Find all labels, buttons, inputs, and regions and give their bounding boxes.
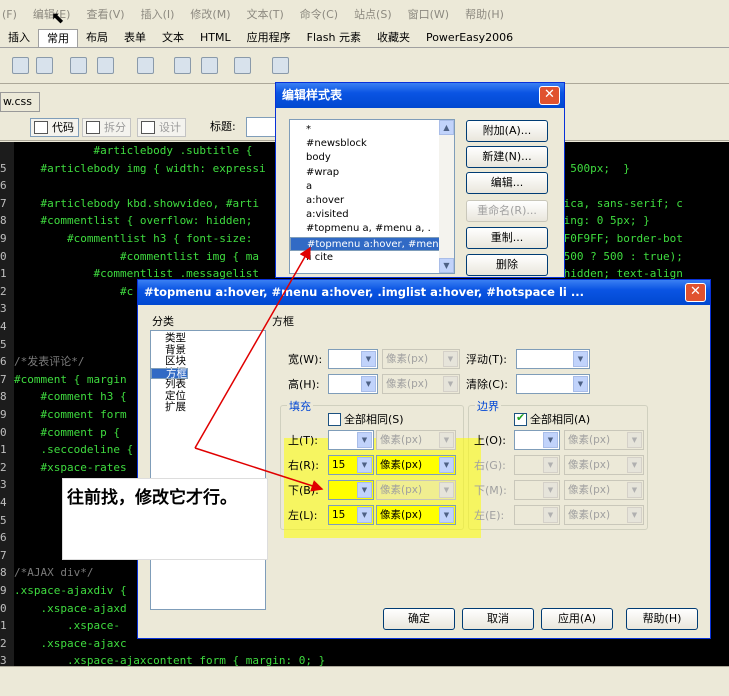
arrow-to-style-item: [194, 246, 311, 449]
annotation-arrows: [194, 246, 324, 492]
mouse-pointer-icon: ⬉: [51, 8, 65, 27]
arrow-to-padding: [194, 447, 324, 492]
